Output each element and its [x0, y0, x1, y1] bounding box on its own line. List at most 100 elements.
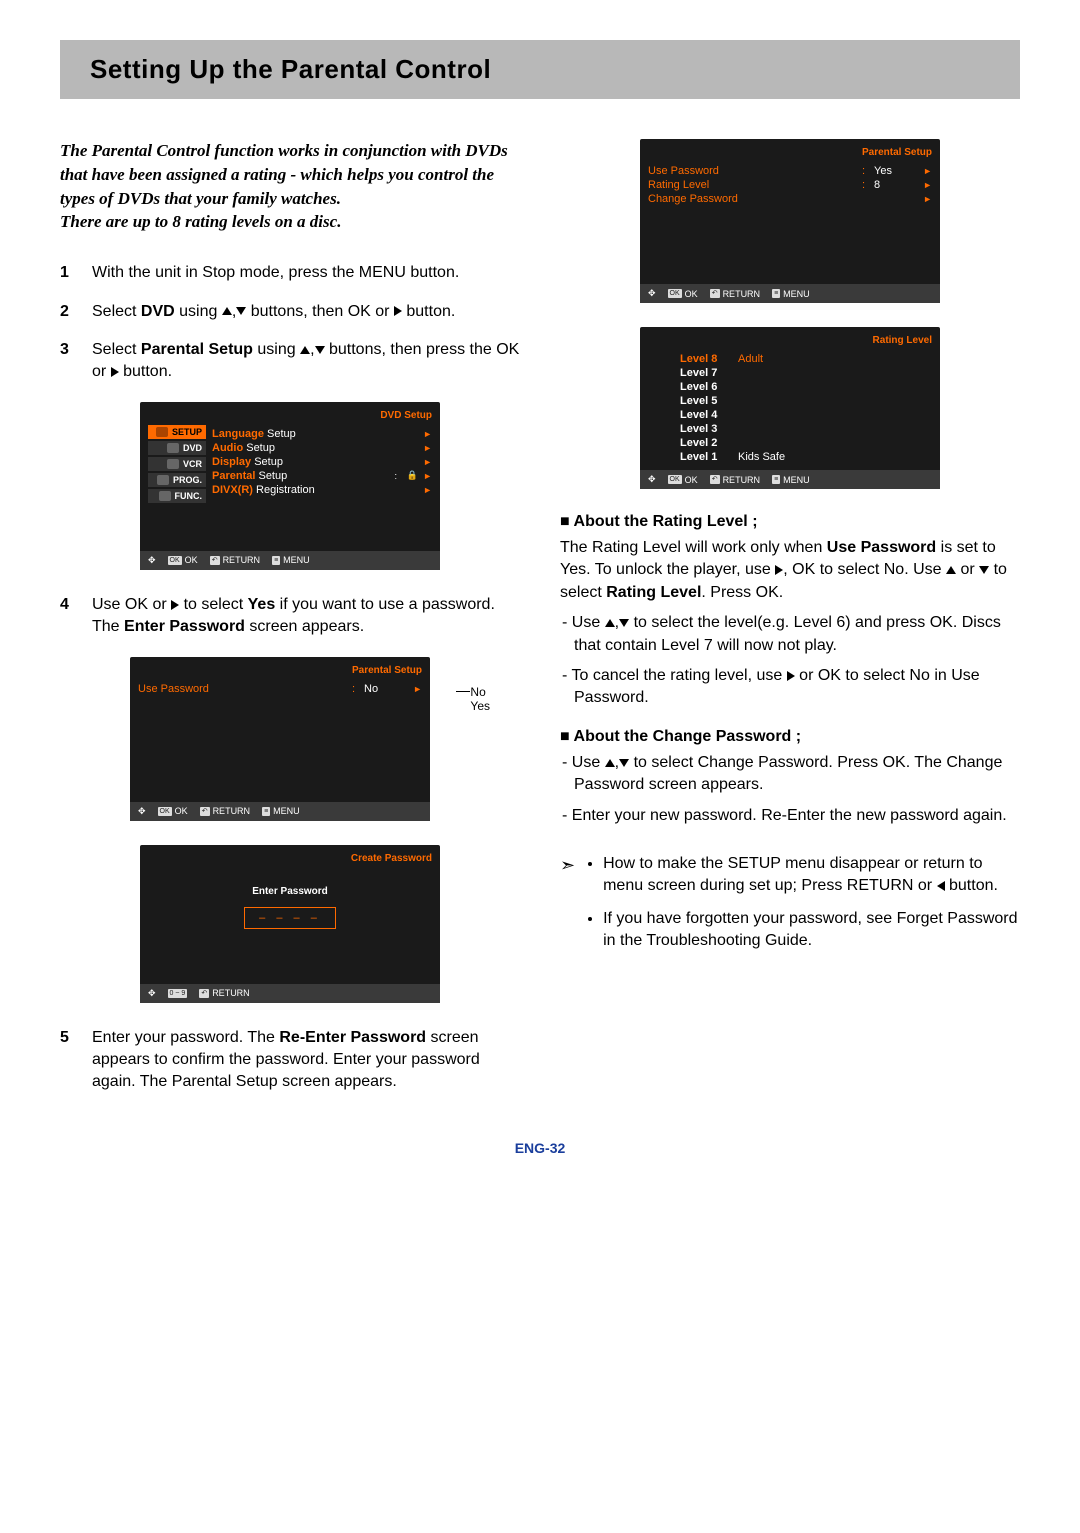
bold: Use Password	[827, 539, 936, 556]
t: screen appears.	[245, 618, 364, 635]
t: . Press OK.	[701, 584, 783, 601]
t: , OK to select No. Use	[783, 561, 946, 578]
step-5: 5 Enter your password. The Re-Enter Pass…	[60, 1027, 520, 1094]
n: 1	[711, 451, 717, 463]
step-3: 3 Select Parental Setup using , buttons,…	[60, 339, 520, 384]
t: to select Change Password. Press OK. The…	[574, 754, 1002, 793]
osd-footer: ✥ 0 ~ 9 ↶RETURN	[140, 984, 440, 1003]
gear-icon	[156, 427, 168, 437]
t: Use OK or	[92, 596, 171, 613]
rest: Registration	[253, 484, 315, 496]
bold: Rating Level	[606, 584, 701, 601]
osd-title: Create Password	[351, 853, 432, 864]
up-triangle-icon	[222, 307, 232, 315]
rating-row: Level 5	[680, 394, 932, 408]
osd-label: Rating Level	[648, 179, 743, 191]
osd-value: Yes	[874, 165, 914, 177]
t: RETURN	[213, 806, 251, 816]
osd-create-password: Create Password Enter Password – – – – ✥…	[140, 845, 440, 1003]
steps-list-cont: 4 Use OK or to select Yes if you want to…	[60, 594, 520, 639]
up-triangle-icon	[300, 346, 310, 354]
t: MENU	[783, 289, 810, 299]
bold: Re-Enter Password	[279, 1029, 426, 1046]
enter-password-label: Enter Password	[140, 886, 440, 897]
osd-tab-prog: PROG.	[148, 473, 206, 487]
t: button.	[119, 363, 172, 380]
two-column-layout: The Parental Control function works in c…	[60, 139, 1020, 1110]
rating-dash-1: - Use , to select the level(e.g. Level 6…	[560, 612, 1020, 657]
osd-footer-menu: ≡MENU	[262, 806, 300, 816]
hl: DIVX(R)	[212, 484, 253, 496]
t: How to make the SETUP menu disappear or …	[603, 855, 982, 894]
osd-rating-level: Rating Level Level 8Adult Level 7 Level …	[640, 327, 940, 489]
osd-footer: ✥ OKOK ↶RETURN ≡MENU	[140, 551, 440, 570]
osd-label: Use Password	[648, 165, 743, 177]
osd-title: Parental Setup	[862, 147, 932, 158]
page-title: Setting Up the Parental Control	[60, 40, 1020, 99]
tab-label: SETUP	[172, 427, 202, 437]
osd-footer: ✥ OKOK ↶RETURN ≡MENU	[640, 470, 940, 489]
callout-options: No Yes	[470, 685, 490, 714]
osd-side-tabs: SETUP DVD VCR PROG. FUNC.	[148, 425, 206, 545]
rating-row: Level 2	[680, 436, 932, 450]
osd-body: Use Password : No ►	[130, 680, 430, 802]
osd-tab-func: FUNC.	[148, 489, 206, 503]
section-head-rating: About the Rating Level ;	[560, 513, 1020, 531]
osd-row: Rating Level : 8 ►	[648, 178, 932, 192]
tab-label: VCR	[183, 459, 202, 469]
osd-footer-return: ↶RETURN	[199, 988, 249, 998]
step-2: 2 Select DVD using , buttons, then OK or…	[60, 301, 520, 323]
osd-footer-ok: OKOK	[158, 806, 188, 816]
colon: :	[862, 179, 868, 191]
t: RETURN	[723, 475, 761, 485]
chevron-right-icon: ►	[920, 180, 932, 190]
osd-footer-nav: ✥	[138, 806, 146, 817]
disc-icon	[167, 443, 179, 453]
note-list: How to make the SETUP menu disappear or …	[585, 853, 1020, 963]
osd-value: 8	[874, 179, 914, 191]
rating-row: Level 6	[680, 380, 932, 394]
t: OK	[685, 475, 698, 485]
note-item-2: If you have forgotten your password, see…	[603, 908, 1020, 953]
osd-header: Create Password	[140, 851, 440, 868]
page-number: ENG-32	[60, 1140, 1020, 1156]
rest: Setup	[243, 442, 275, 454]
osd-tab-dvd: DVD	[148, 441, 206, 455]
changepw-dash-2: - Enter your new password. Re-Enter the …	[560, 805, 1020, 827]
osd-body: Level 8Adult Level 7 Level 6 Level 5 Lev…	[640, 350, 940, 470]
hl: Parental	[212, 470, 255, 482]
osd-parental-no: Parental Setup Use Password : No ► ✥	[130, 657, 430, 821]
colon: :	[352, 683, 358, 695]
rating-row: Level 8Adult	[680, 352, 932, 366]
down-triangle-icon	[236, 307, 246, 315]
chevron-right-icon: ►	[920, 194, 932, 204]
osd-header: Parental Setup	[130, 663, 430, 680]
osd-footer-return: ↶RETURN	[710, 475, 760, 485]
intro-line-1: The Parental Control function works in c…	[60, 141, 508, 208]
osd-title: Rating Level	[873, 335, 932, 346]
n: 5	[711, 395, 717, 407]
left-triangle-icon	[937, 881, 945, 891]
step-number: 3	[60, 339, 74, 384]
bold: Parental Setup	[141, 341, 253, 358]
osd-header: Rating Level	[640, 333, 940, 350]
osd-body: Enter Password – – – –	[140, 868, 440, 984]
osd-row: Use Password : No ►	[138, 682, 422, 696]
rating-row: Level 4	[680, 408, 932, 422]
t: to select the level(e.g. Level 6) and pr…	[574, 614, 1001, 653]
right-triangle-icon	[787, 671, 795, 681]
page: Setting Up the Parental Control The Pare…	[0, 0, 1080, 1196]
step-number: 5	[60, 1027, 74, 1094]
changepw-dash-1: - Use , to select Change Password. Press…	[560, 752, 1020, 797]
t: - Use	[562, 754, 605, 771]
steps-list-cont2: 5 Enter your password. The Re-Enter Pass…	[60, 1027, 520, 1094]
t: to select	[179, 596, 247, 613]
osd-menu: Language Setup► Audio Setup► Display Set…	[212, 425, 432, 545]
right-column: Parental Setup Use Password : Yes ► Rati…	[560, 139, 1020, 1110]
right-triangle-icon	[171, 600, 179, 610]
up-triangle-icon	[946, 566, 956, 574]
n: 8	[711, 353, 717, 365]
n: 2	[711, 437, 717, 449]
n: 3	[711, 423, 717, 435]
osd-footer-menu: ≡MENU	[272, 555, 310, 565]
